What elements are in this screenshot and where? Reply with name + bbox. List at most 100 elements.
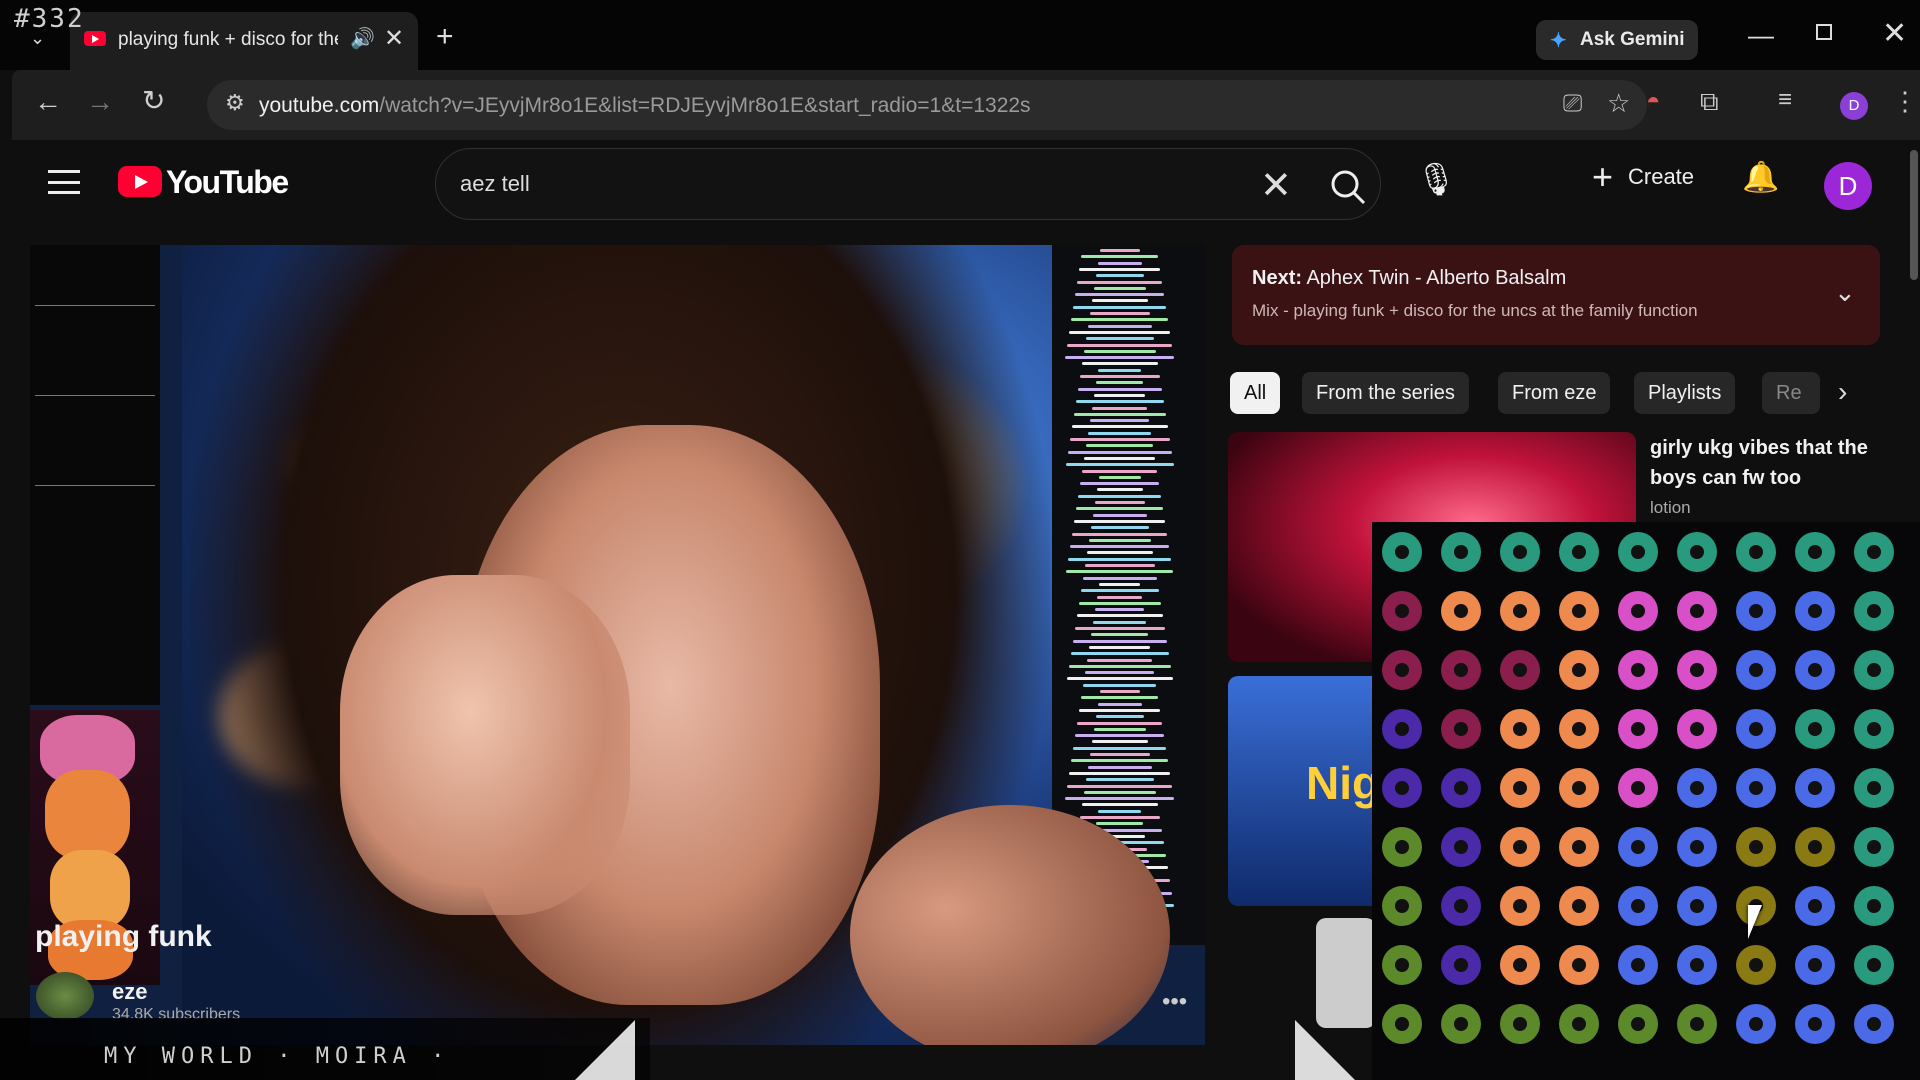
- media-icon[interactable]: ≡: [1778, 86, 1792, 114]
- launchpad-pad: [1677, 945, 1717, 985]
- chip-from-eze[interactable]: From eze: [1498, 372, 1611, 414]
- profile-avatar[interactable]: D: [1840, 92, 1868, 120]
- launchpad-pad: [1559, 532, 1599, 572]
- recommendation-thumbnail[interactable]: [1316, 918, 1376, 1028]
- spectrum-line: [1069, 771, 1170, 775]
- spectrum-line: [1099, 249, 1140, 252]
- spectrum-line: [1085, 671, 1154, 675]
- recommendation-thumbnail[interactable]: Nig: [1228, 676, 1388, 906]
- up-next-panel[interactable]: Next: Aphex Twin - Alberto Balsalm Mix -…: [1232, 245, 1880, 345]
- spectrum-line: [1077, 387, 1162, 391]
- launchpad-pad: [1618, 709, 1658, 749]
- spectrum-line: [1097, 595, 1142, 599]
- launchpad-pad: [1677, 1004, 1717, 1044]
- spectrum-line: [1089, 753, 1150, 756]
- tab-close-icon[interactable]: ✕: [384, 24, 404, 53]
- launchpad-pad: [1382, 827, 1422, 867]
- chip-playlists[interactable]: Playlists: [1634, 372, 1736, 414]
- site-info-icon[interactable]: ⚙: [225, 90, 245, 116]
- chip-related[interactable]: Re: [1762, 372, 1820, 414]
- up-next-subtitle: Mix - playing funk + disco for the uncs …: [1252, 301, 1698, 320]
- more-menu-icon[interactable]: ⋮: [1892, 86, 1918, 117]
- launchpad-pad: [1618, 1004, 1658, 1044]
- more-actions-icon[interactable]: •••: [1162, 988, 1187, 1016]
- youtube-logo-icon[interactable]: [118, 166, 162, 197]
- forward-icon[interactable]: →: [86, 86, 114, 118]
- account-avatar[interactable]: D: [1824, 162, 1872, 210]
- launchpad-pad: [1795, 827, 1835, 867]
- page-scrollbar[interactable]: [1910, 150, 1918, 280]
- spectrum-line: [1079, 267, 1160, 271]
- spectrum-line: [1082, 576, 1157, 580]
- spectrum-line: [1068, 557, 1171, 561]
- chevron-right-icon[interactable]: ›: [1838, 376, 1847, 408]
- mic-icon[interactable]: 🎙: [1416, 160, 1457, 198]
- minimize-icon[interactable]: —: [1748, 20, 1774, 51]
- launchpad-pad: [1500, 532, 1540, 572]
- back-icon[interactable]: ←: [34, 86, 62, 118]
- incognito-icon[interactable]: ◓: [1646, 88, 1661, 116]
- chip-from-the-series[interactable]: From the series: [1302, 372, 1469, 414]
- launchpad-pad: [1559, 591, 1599, 631]
- lower-third-ticker: MY WORLD · MOIRA ·: [0, 1018, 650, 1080]
- launchpad-pad: [1736, 768, 1776, 808]
- launchpad-pad: [1500, 1004, 1540, 1044]
- bell-icon[interactable]: 🔔: [1742, 160, 1779, 195]
- spectrum-line: [1099, 582, 1140, 586]
- launchpad-pad: [1795, 768, 1835, 808]
- launchpad-pad: [1677, 532, 1717, 572]
- search-box[interactable]: aez tell ✕: [435, 148, 1381, 220]
- launchpad-pad: [1559, 650, 1599, 690]
- channel-name[interactable]: eze: [112, 979, 147, 1005]
- spectrum-line: [1086, 551, 1153, 555]
- launchpad-pad: [1500, 591, 1540, 631]
- address-bar[interactable]: ⚙ youtube.com/watch?v=JEyvjMr8o1E&list=R…: [207, 80, 1647, 130]
- recommendation-title[interactable]: girly ukg vibes that the boys can fw too: [1650, 433, 1890, 493]
- spectrum-line: [1093, 620, 1146, 624]
- spectrum-line: [1084, 456, 1155, 460]
- spectrum-line: [1082, 469, 1157, 473]
- search-icon[interactable]: [1324, 163, 1374, 213]
- launchpad-pad: [1559, 827, 1599, 867]
- youtube-favicon-icon: [84, 31, 106, 46]
- launchpad-pad: [1441, 1004, 1481, 1044]
- ticker-decoration: [1295, 1020, 1355, 1080]
- launchpad-pad: [1500, 650, 1540, 690]
- launchpad-pad: [1677, 827, 1717, 867]
- launchpad-pad: [1382, 768, 1422, 808]
- spectrum-line: [1089, 312, 1150, 315]
- ask-gemini-button[interactable]: ✦ Ask Gemini: [1536, 20, 1698, 60]
- youtube-logo-text[interactable]: YouTube: [166, 164, 289, 201]
- star-icon[interactable]: ☆: [1607, 88, 1630, 119]
- launchpad-pad: [1500, 768, 1540, 808]
- spectrum-line: [1092, 513, 1147, 517]
- chevron-down-icon[interactable]: ⌄: [1834, 277, 1856, 308]
- browser-tab-active[interactable]: playing funk + disco for the uncs at the…: [70, 12, 418, 70]
- spectrum-line: [1083, 683, 1156, 687]
- url-text[interactable]: youtube.com/watch?v=JEyvjMr8o1E&list=RDJ…: [259, 94, 1031, 118]
- recommendation-channel[interactable]: lotion: [1650, 498, 1691, 518]
- window-close-icon[interactable]: ✕: [1882, 16, 1907, 51]
- thumbnail-text: Nig: [1306, 757, 1381, 809]
- url-path: /watch?v=JEyvjMr8o1E&list=RDJEyvjMr8o1E&…: [379, 94, 1031, 117]
- spectrum-line: [1095, 715, 1144, 719]
- spectrum-line: [1073, 305, 1166, 309]
- person-hand: [340, 575, 630, 915]
- reload-icon[interactable]: ↻: [142, 84, 165, 117]
- launchpad-pad: [1441, 709, 1481, 749]
- launchpad-pad: [1795, 945, 1835, 985]
- launchpad-pad: [1677, 709, 1717, 749]
- channel-avatar[interactable]: [36, 972, 94, 1020]
- spectrum-line: [1081, 696, 1158, 700]
- chip-all[interactable]: All: [1230, 372, 1281, 414]
- extensions-icon[interactable]: ⧉: [1700, 86, 1719, 118]
- create-button[interactable]: + Create: [1578, 154, 1708, 198]
- launchpad-pad: [1854, 827, 1894, 867]
- clear-search-icon[interactable]: ✕: [1260, 163, 1292, 208]
- search-input[interactable]: aez tell: [460, 171, 530, 197]
- maximize-icon[interactable]: [1816, 24, 1832, 40]
- new-tab-plus-icon[interactable]: +: [436, 22, 454, 52]
- install-icon[interactable]: ⎚: [1563, 90, 1582, 118]
- menu-icon[interactable]: [48, 170, 80, 194]
- speaker-icon[interactable]: 🔊: [350, 26, 375, 51]
